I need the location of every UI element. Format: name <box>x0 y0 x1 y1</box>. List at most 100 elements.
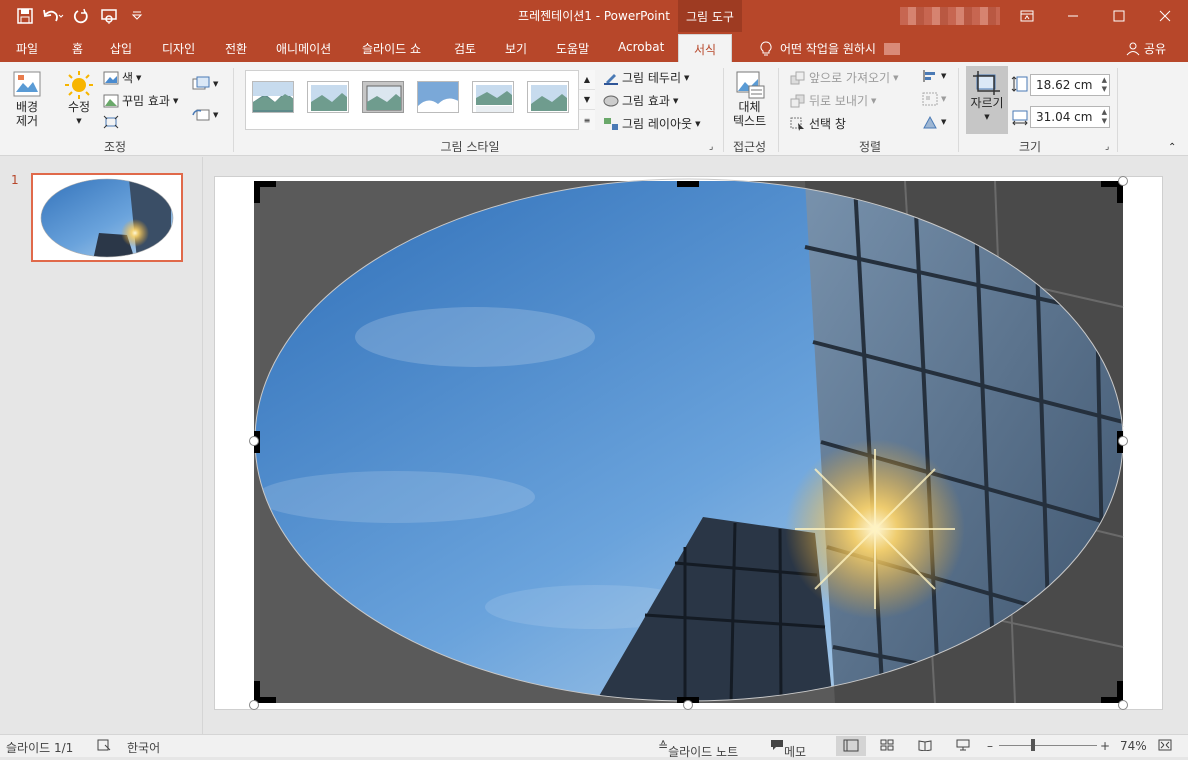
language-status[interactable]: 한국어 <box>127 739 160 756</box>
tab-animations[interactable]: 애니메이션 <box>276 40 331 57</box>
color-button[interactable]: 색 ▼ <box>103 69 141 86</box>
notes-button[interactable]: ≙ 슬라이드 노트 <box>658 739 738 759</box>
dialog-launcher-icon[interactable]: ⌟ <box>709 142 713 152</box>
reset-picture-button[interactable]: ▼ <box>192 107 218 123</box>
style-thumb-selected[interactable] <box>362 81 404 113</box>
resize-handle[interactable] <box>1118 700 1128 710</box>
tell-me-box[interactable]: 어떤 작업을 원하시 <box>760 40 900 57</box>
corrections-label: 수정 <box>67 100 91 114</box>
style-thumb[interactable] <box>472 81 514 113</box>
comment-icon <box>771 740 783 750</box>
send-backward-button[interactable]: 뒤로 보내기 ▼ <box>790 92 876 109</box>
zoom-slider-track[interactable] <box>999 745 1097 746</box>
reading-view-button[interactable] <box>918 739 932 754</box>
artistic-effects-button[interactable]: 꾸밈 효과 ▼ <box>103 92 178 109</box>
group-separator <box>1117 68 1118 152</box>
tab-help[interactable]: 도움말 <box>556 40 589 57</box>
width-input[interactable]: 31.04 cm ▲ ▼ <box>1030 106 1110 128</box>
slide-thumbnail[interactable] <box>31 173 183 262</box>
person-icon <box>1126 42 1140 55</box>
align-button[interactable]: ▼ <box>922 69 946 83</box>
cropped-picture[interactable] <box>215 177 1162 709</box>
picture-border-button[interactable]: 그림 테두리 ▼ <box>603 69 689 86</box>
remove-background-button[interactable]: 배경 제거 <box>12 70 42 128</box>
dropdown-arrow-icon: ▼ <box>172 96 179 105</box>
corrections-button[interactable]: 수정 ▼ <box>64 70 94 128</box>
maximize-icon[interactable] <box>1096 0 1142 32</box>
zoom-slider-thumb[interactable] <box>1031 739 1035 751</box>
minimize-icon[interactable] <box>1050 0 1096 32</box>
comments-label: 메모 <box>784 745 807 759</box>
crop-icon <box>973 71 1000 95</box>
size-group-label: 크기 <box>1018 140 1042 154</box>
group-button[interactable]: ▼ <box>922 92 946 106</box>
bring-forward-button[interactable]: 앞으로 가져오기 ▼ <box>790 69 899 86</box>
change-picture-button[interactable]: ▼ <box>192 76 218 92</box>
tab-review[interactable]: 검토 <box>454 40 476 57</box>
selection-pane-button[interactable]: 선택 창 <box>790 115 846 132</box>
resize-handle[interactable] <box>1118 176 1128 186</box>
chevron-up-icon[interactable]: ▲ <box>579 70 595 90</box>
tab-view[interactable]: 보기 <box>505 40 527 57</box>
resize-handle[interactable] <box>1118 436 1128 446</box>
resize-handle[interactable] <box>249 700 259 710</box>
height-input[interactable]: 18.62 cm ▲ ▼ <box>1030 74 1110 96</box>
accessibility-checker-icon[interactable] <box>97 739 111 754</box>
tab-slideshow[interactable]: 슬라이드 쇼 <box>362 40 421 57</box>
tab-transitions[interactable]: 전환 <box>225 40 247 57</box>
slide-sorter-button[interactable] <box>880 739 894 754</box>
share-button[interactable]: 공유 <box>1126 40 1166 57</box>
crop-handle-top-left[interactable] <box>254 181 276 203</box>
chevron-down-icon[interactable]: ▼ <box>579 90 595 110</box>
spin-arrows-icon[interactable]: ▲ ▼ <box>1102 76 1107 94</box>
share-label: 공유 <box>1143 42 1166 56</box>
crop-label: 자르기 <box>970 96 1004 110</box>
normal-view-button[interactable] <box>836 736 866 756</box>
crop-handle-top[interactable] <box>677 181 699 187</box>
collapse-ribbon-icon[interactable]: ⌃ <box>1168 142 1176 153</box>
save-icon[interactable] <box>14 5 36 27</box>
more-icon[interactable]: ≡ <box>579 110 595 130</box>
tab-file[interactable]: 파일 <box>16 40 38 57</box>
rotate-button[interactable]: ▼ <box>922 115 946 129</box>
zoom-level[interactable]: 74% <box>1120 739 1147 753</box>
comments-button[interactable]: 메모 <box>770 739 806 759</box>
spin-arrows-icon[interactable]: ▲ ▼ <box>1102 108 1107 126</box>
slide-canvas[interactable] <box>214 176 1163 710</box>
tab-format[interactable]: 서식 <box>678 34 733 62</box>
tab-acrobat[interactable]: Acrobat <box>618 40 664 54</box>
tab-design[interactable]: 디자인 <box>162 40 195 57</box>
color-icon <box>103 71 119 84</box>
zoom-in-button[interactable]: + <box>1100 739 1110 753</box>
resize-handle[interactable] <box>683 700 693 710</box>
dialog-launcher-icon[interactable]: ⌟ <box>1105 142 1109 152</box>
close-icon[interactable] <box>1142 0 1188 32</box>
gallery-scrollbar[interactable]: ▲ ▼ ≡ <box>578 70 595 130</box>
arrange-group-label: 정렬 <box>858 140 882 154</box>
redo-icon[interactable] <box>70 5 92 27</box>
tab-home[interactable]: 홈 <box>72 40 83 57</box>
dropdown-arrow-icon: ▼ <box>213 80 219 88</box>
style-thumb[interactable] <box>252 81 294 113</box>
picture-layout-label: 그림 레이아웃 <box>622 117 693 131</box>
fit-slide-button[interactable] <box>1158 739 1172 754</box>
crop-handle-bottom-left[interactable] <box>254 681 276 703</box>
picture-effects-button[interactable]: 그림 효과 ▼ <box>603 92 678 109</box>
customize-qat-icon[interactable] <box>126 5 148 27</box>
picture-layout-button[interactable]: 그림 레이아웃 ▼ <box>603 115 700 132</box>
style-thumb[interactable] <box>417 81 459 113</box>
presenter-icon[interactable] <box>98 5 120 27</box>
ribbon-display-icon[interactable] <box>1004 0 1050 32</box>
resize-handle[interactable] <box>249 436 259 446</box>
slideshow-button[interactable] <box>956 739 970 754</box>
compress-pictures-button[interactable] <box>103 115 119 129</box>
alt-text-button[interactable]: 대체 텍스트 <box>733 70 766 128</box>
zoom-out-button[interactable]: – <box>987 739 993 753</box>
undo-icon[interactable] <box>42 5 64 27</box>
tab-insert[interactable]: 삽입 <box>110 40 132 57</box>
ribbon-tab-bar: 파일 홈 삽입 디자인 전환 애니메이션 슬라이드 쇼 검토 보기 도움말 Ac… <box>0 32 1188 62</box>
style-thumb[interactable] <box>307 81 349 113</box>
style-thumb[interactable] <box>527 81 569 113</box>
picture-border-label: 그림 테두리 <box>622 71 682 85</box>
crop-button[interactable]: 자르기 ▼ <box>966 66 1008 134</box>
